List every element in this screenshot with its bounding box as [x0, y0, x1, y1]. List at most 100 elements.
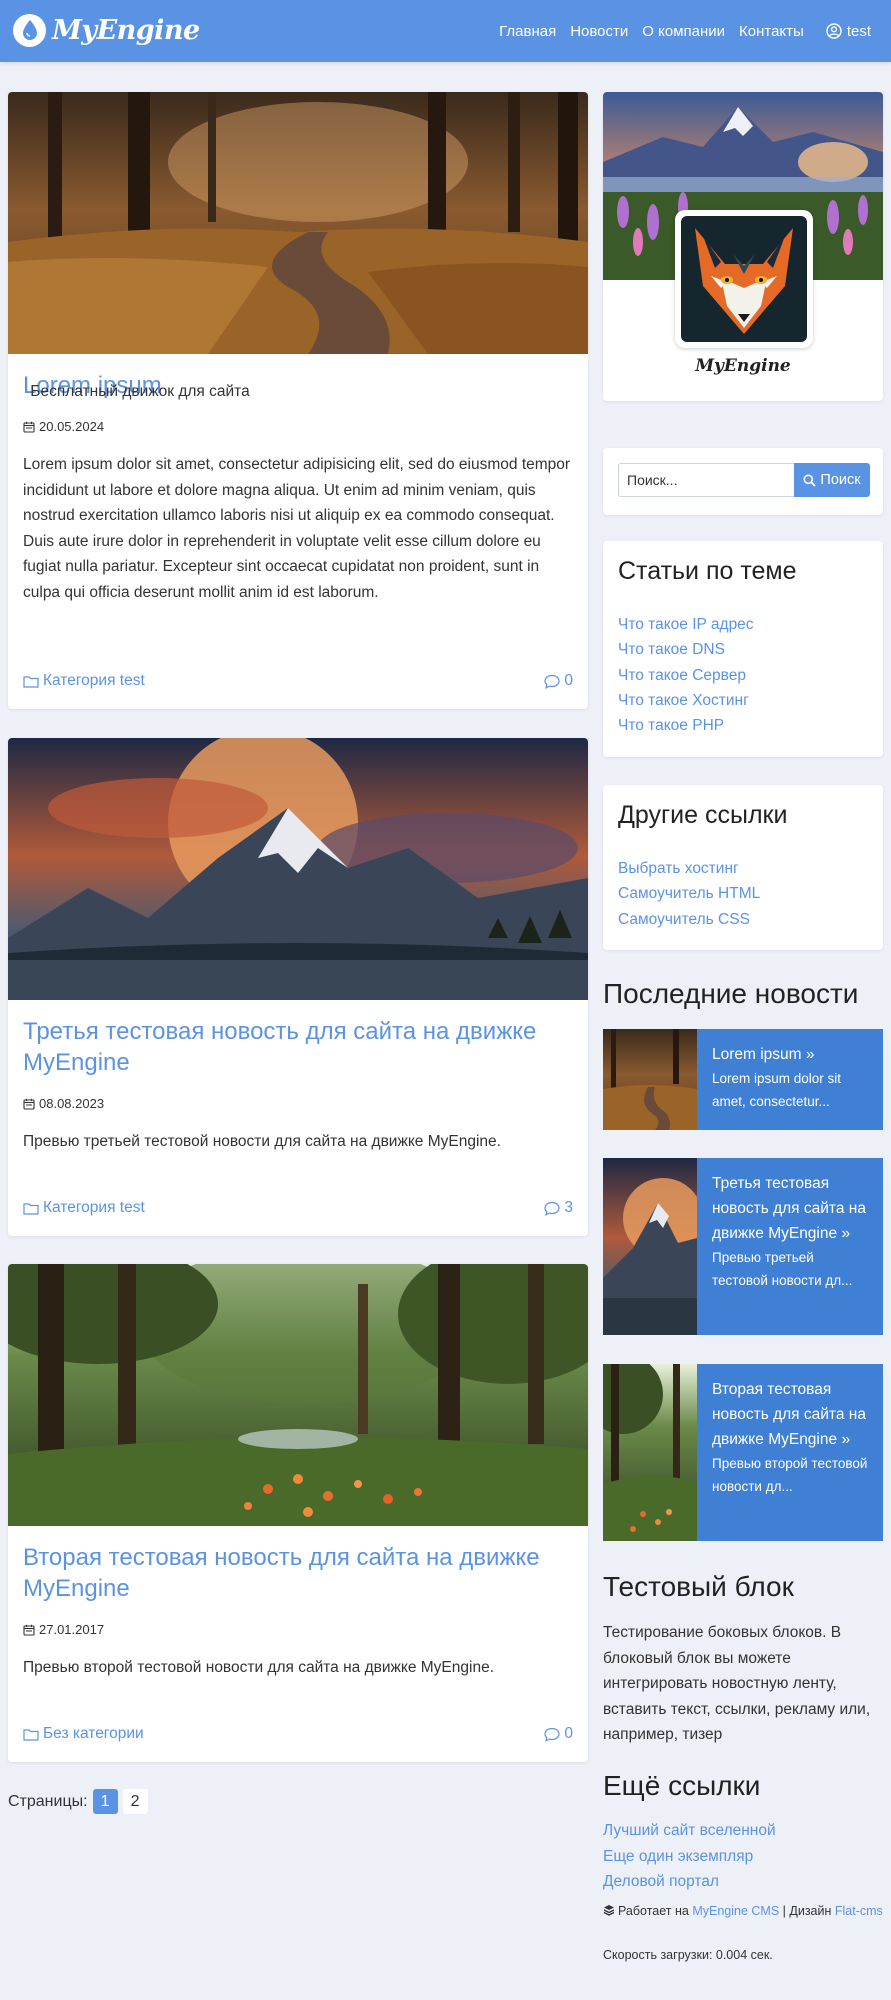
- page-1-button[interactable]: 1: [92, 1789, 118, 1814]
- other-links-title: Другие ссылки: [618, 801, 788, 829]
- news-item-title: Lorem ipsum »: [712, 1042, 869, 1067]
- article-category[interactable]: Категория test: [23, 1199, 145, 1217]
- category-label: Без категории: [43, 1725, 144, 1742]
- article-image-mountain-moon[interactable]: [8, 738, 588, 1000]
- calendar-icon: [23, 1098, 35, 1110]
- article-category[interactable]: Категория test: [23, 672, 145, 690]
- more-link[interactable]: Еще один экземпляр: [603, 1848, 753, 1865]
- news-thumb-mountain: [603, 1158, 697, 1335]
- article-image-autumn-forest[interactable]: [8, 92, 588, 354]
- other-link[interactable]: Самоучитель HTML: [618, 885, 760, 902]
- nav-about[interactable]: О компании: [642, 23, 725, 40]
- test-block-text: Тестирование боковых блоков. В блоковый …: [603, 1624, 871, 1743]
- related-link[interactable]: Что такое Хостинг: [618, 692, 749, 709]
- logo-text: MyEngine: [52, 14, 200, 46]
- article-date-text: 27.01.2017: [39, 1622, 105, 1637]
- test-block-title: Тестовый блок: [603, 1571, 794, 1602]
- double-chevron-icon: »: [841, 1431, 851, 1448]
- more-links-list: Лучший сайт вселенной Еще один экземпляр…: [603, 1818, 776, 1895]
- latest-news-item[interactable]: Третья тестовая новость для сайта на дви…: [603, 1158, 883, 1335]
- user-circle-icon: [826, 23, 842, 39]
- article-preview: Lorem ipsum dolor sit amet, consectetur …: [23, 456, 571, 601]
- news-item-preview: Превью второй тестовой новости дл...: [712, 1456, 868, 1494]
- powered-link[interactable]: MyEngine CMS: [692, 1904, 779, 1918]
- article-comments[interactable]: 0: [544, 672, 573, 690]
- category-label: Категория test: [43, 672, 145, 689]
- more-link[interactable]: Деловой портал: [603, 1873, 719, 1890]
- comment-icon: [544, 1201, 560, 1216]
- article-date-text: 08.08.2023: [39, 1096, 105, 1111]
- comment-icon: [544, 674, 560, 689]
- page-2-button[interactable]: 2: [122, 1789, 148, 1814]
- comment-icon: [544, 1727, 560, 1742]
- profile-name: MyEngine: [695, 356, 791, 376]
- other-link[interactable]: Самоучитель CSS: [618, 911, 750, 928]
- nav-home[interactable]: Главная: [499, 23, 556, 40]
- folder-icon: [23, 675, 39, 688]
- news-item-title: Третья тестовая новость для сайта на дви…: [712, 1171, 869, 1246]
- article-date: 27.01.2017: [23, 1622, 573, 1637]
- category-label: Категория test: [43, 1199, 145, 1216]
- latest-news-item[interactable]: Вторая тестовая новость для сайта на дви…: [603, 1364, 883, 1541]
- related-link[interactable]: Что такое DNS: [618, 641, 725, 658]
- folder-icon: [23, 1202, 39, 1215]
- site-logo[interactable]: MyEngine: [13, 11, 200, 49]
- powered-prefix: Работает на: [618, 1904, 689, 1918]
- profile-description: Бесплатный движок для сайта: [30, 383, 250, 400]
- article-date: 20.05.2024: [23, 419, 573, 434]
- news-thumb-forest: [603, 1364, 697, 1541]
- search-button-label: Поиск: [820, 472, 861, 488]
- article-footer: Категория test 3: [23, 1198, 573, 1218]
- layers-icon: [603, 1905, 615, 1916]
- article-footer: Без категории 0: [23, 1724, 573, 1744]
- pagination: Страницы: 1 2: [8, 1789, 148, 1814]
- news-title-text: Lorem ipsum: [712, 1046, 802, 1063]
- article-preview: Превью третьей тестовой новости для сайт…: [23, 1133, 501, 1150]
- article-preview: Превью второй тестовой новости для сайта…: [23, 1659, 495, 1676]
- related-link[interactable]: Что такое Сервер: [618, 667, 746, 684]
- more-link[interactable]: Лучший сайт вселенной: [603, 1822, 776, 1839]
- comments-count: 0: [564, 1725, 573, 1742]
- folder-icon: [23, 1728, 39, 1741]
- footer-credit: Работает на MyEngine CMS | Дизайн Flat-c…: [603, 1899, 883, 1924]
- article-comments[interactable]: 0: [544, 1725, 573, 1743]
- main-nav: Главная Новости О компании Контакты test: [485, 0, 871, 62]
- search-widget: Поиск: [603, 448, 883, 515]
- news-item-title: Вторая тестовая новость для сайта на дви…: [712, 1377, 869, 1452]
- article-title[interactable]: Вторая тестовая новость для сайта на дви…: [23, 1542, 573, 1604]
- comments-count: 3: [564, 1199, 573, 1216]
- nav-contacts[interactable]: Контакты: [739, 23, 804, 40]
- related-link[interactable]: Что такое PHP: [618, 717, 724, 734]
- drop-icon: [13, 13, 46, 47]
- news-item-preview: Превью третьей тестовой новости дл...: [712, 1250, 853, 1288]
- article-date-text: 20.05.2024: [39, 419, 105, 434]
- comments-count: 0: [564, 672, 573, 689]
- related-title: Статьи по теме: [618, 557, 797, 585]
- search-button[interactable]: Поиск: [794, 463, 870, 497]
- article-category[interactable]: Без категории: [23, 1725, 144, 1743]
- profile-widget: MyEngine: [603, 92, 883, 401]
- design-link[interactable]: Flat-cms: [835, 1904, 883, 1918]
- search-input[interactable]: [618, 463, 794, 497]
- fox-avatar-image: [681, 216, 807, 342]
- article-title[interactable]: Третья тестовая новость для сайта на дви…: [23, 1016, 573, 1078]
- article-footer: Категория test 0: [23, 671, 573, 691]
- other-links-widget: Другие ссылки Выбрать хостинг Самоучител…: [603, 785, 883, 950]
- site-header: MyEngine Главная Новости О компании Конт…: [0, 0, 891, 62]
- double-chevron-icon: »: [805, 1046, 815, 1063]
- related-articles-widget: Статьи по теме Что такое IP адрес Что та…: [603, 541, 883, 757]
- news-item-preview: Lorem ipsum dolor sit amet, consectetur.…: [712, 1071, 842, 1109]
- design-prefix: | Дизайн: [782, 1904, 832, 1918]
- related-link[interactable]: Что такое IP адрес: [618, 616, 754, 633]
- article-comments[interactable]: 3: [544, 1199, 573, 1217]
- other-link[interactable]: Выбрать хостинг: [618, 860, 739, 877]
- latest-news-item[interactable]: Lorem ipsum » Lorem ipsum dolor sit amet…: [603, 1029, 883, 1130]
- double-chevron-icon: »: [841, 1225, 851, 1242]
- user-menu[interactable]: test: [826, 23, 871, 40]
- more-links-title: Ещё ссылки: [603, 1770, 761, 1801]
- calendar-icon: [23, 1624, 35, 1636]
- article-card: Третья тестовая новость для сайта на дви…: [8, 738, 588, 1236]
- article-card: Вторая тестовая новость для сайта на дви…: [8, 1264, 588, 1762]
- article-image-spring-forest[interactable]: [8, 1264, 588, 1526]
- nav-news[interactable]: Новости: [570, 23, 628, 40]
